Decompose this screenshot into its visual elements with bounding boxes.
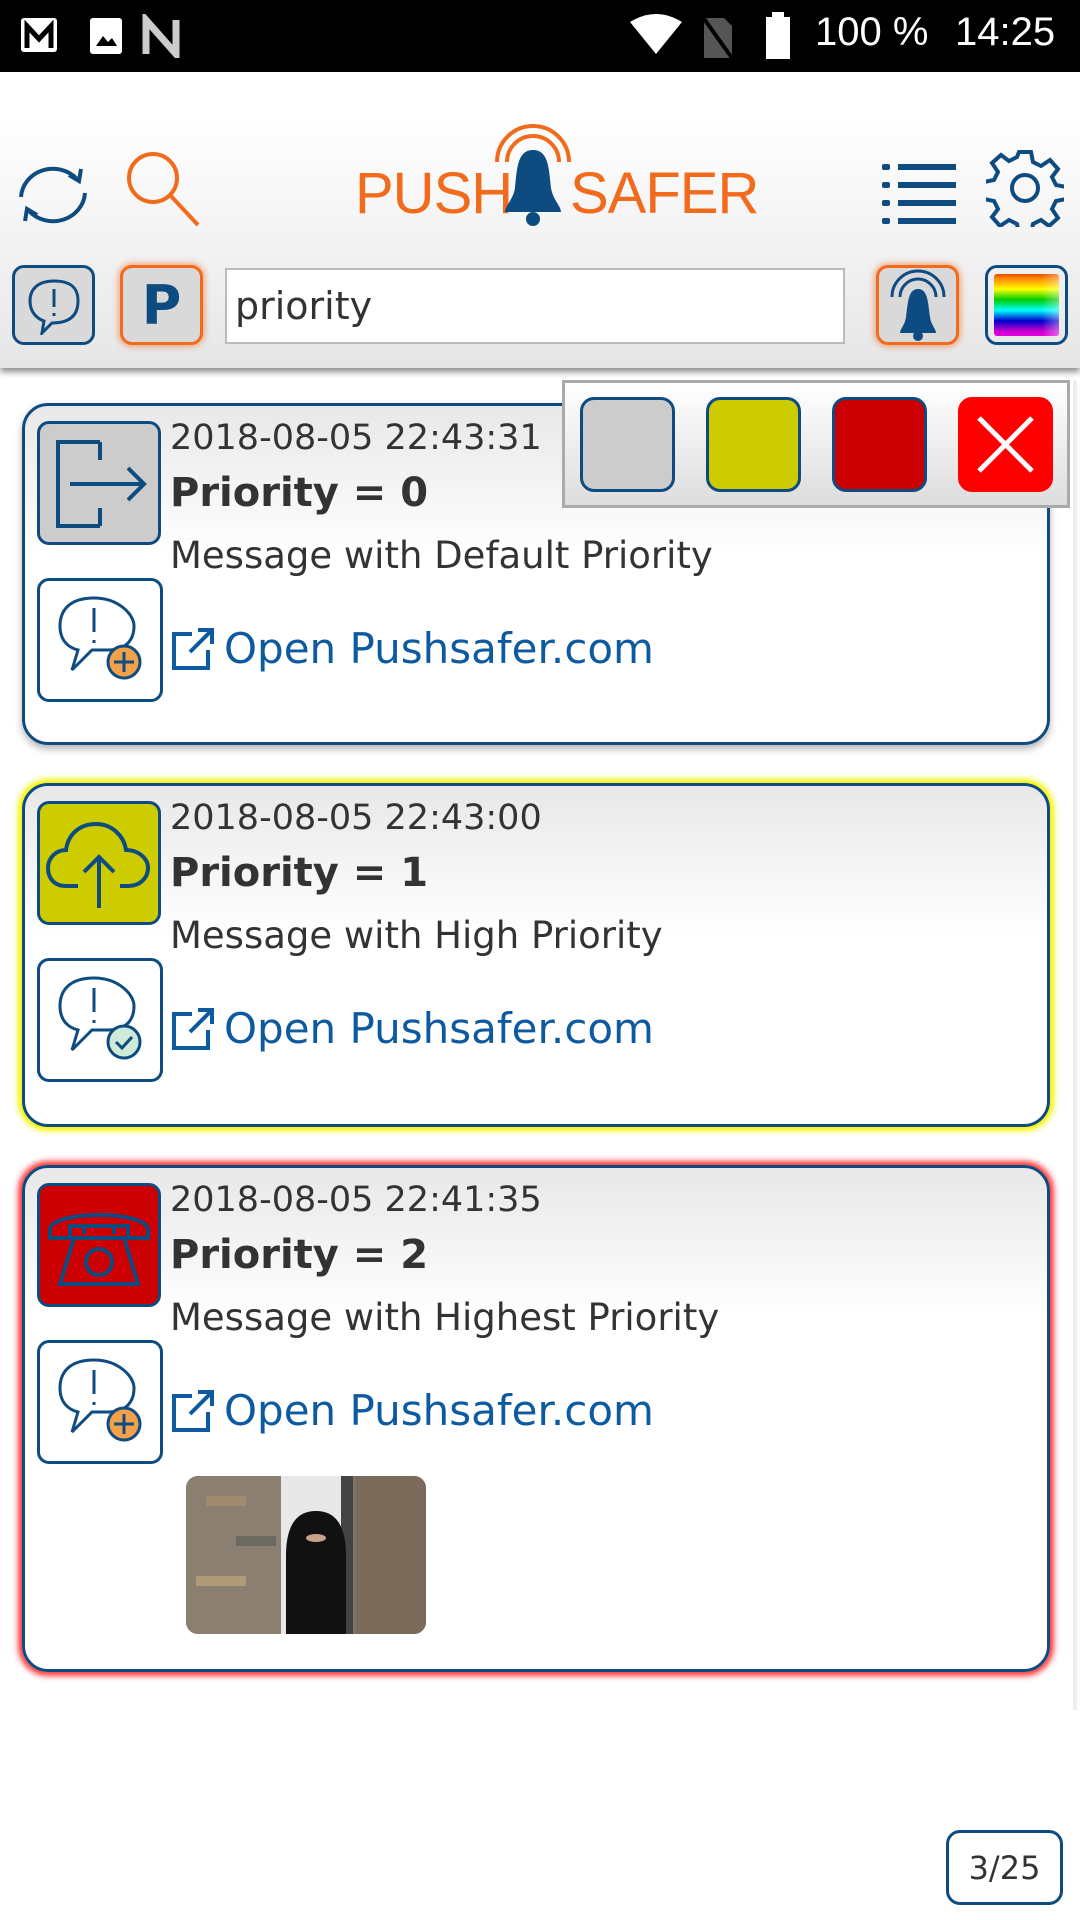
color-swatch-yellow[interactable] <box>706 397 801 492</box>
search-icon <box>127 152 200 227</box>
external-link-icon <box>172 1007 214 1050</box>
refresh-button[interactable] <box>10 155 95 235</box>
message-link-text: Open Pushsafer.com <box>224 1004 654 1053</box>
n-icon <box>142 14 180 58</box>
gmail-icon <box>21 18 57 52</box>
message-text: Message with Highest Priority <box>170 1296 720 1339</box>
message-title: Priority = 1 <box>170 850 429 896</box>
message-action-button[interactable] <box>37 958 163 1082</box>
message-title: Priority = 2 <box>170 1232 429 1278</box>
bell-ring-icon <box>890 269 945 341</box>
telephone-icon <box>48 1213 150 1286</box>
alarm-filter-button[interactable] <box>876 265 959 345</box>
search-button[interactable] <box>122 148 204 228</box>
logo-text-safer: SAFER <box>570 161 759 226</box>
message-card[interactable]: 2018-08-05 22:43:00 Priority = 1 Message… <box>22 783 1050 1127</box>
close-popup-button[interactable] <box>958 397 1053 492</box>
color-swatch-gray[interactable] <box>580 397 675 492</box>
priority-filter-button[interactable]: P <box>120 265 203 345</box>
battery-percent: 100 % <box>815 10 929 54</box>
message-alert-icon <box>27 279 80 335</box>
priority-icon-box <box>37 801 161 925</box>
clock: 14:25 <box>955 10 1056 54</box>
status-bar: 100 % 14:25 <box>0 0 1080 72</box>
gear-icon <box>986 150 1064 227</box>
battery-icon <box>766 12 790 59</box>
refresh-icon <box>18 166 87 224</box>
close-icon <box>977 416 1034 473</box>
settings-button[interactable] <box>985 148 1065 228</box>
message-link-text: Open Pushsafer.com <box>224 1386 654 1435</box>
external-link-icon <box>172 1389 214 1432</box>
message-add-icon <box>58 596 142 680</box>
message-link[interactable]: Open Pushsafer.com <box>170 1004 654 1053</box>
message-link[interactable]: Open Pushsafer.com <box>170 624 654 673</box>
pushsafer-logo: PUSH SAFER <box>355 122 759 227</box>
gallery-icon <box>90 18 122 54</box>
message-link-text: Open Pushsafer.com <box>224 624 654 673</box>
message-add-icon <box>58 1358 142 1442</box>
message-text: Message with High Priority <box>170 914 663 957</box>
wifi-icon <box>630 14 682 54</box>
external-link-icon <box>172 627 214 670</box>
search-input[interactable] <box>225 268 845 344</box>
message-link[interactable]: Open Pushsafer.com <box>170 1386 654 1435</box>
page-counter[interactable]: 3/25 <box>946 1830 1063 1905</box>
message-image-thumbnail[interactable] <box>186 1476 426 1634</box>
message-action-button[interactable] <box>37 1340 163 1464</box>
list-icon <box>882 163 956 224</box>
no-sim-icon <box>700 14 734 60</box>
list-button[interactable] <box>880 155 960 230</box>
cloud-upload-icon <box>45 821 151 908</box>
message-check-icon <box>58 976 142 1060</box>
color-filter-popup <box>562 380 1070 508</box>
message-card[interactable]: 2018-08-05 22:41:35 Priority = 2 Message… <box>22 1165 1050 1672</box>
bell-icon <box>495 124 571 226</box>
message-date: 2018-08-05 22:41:35 <box>170 1180 542 1220</box>
message-title: Priority = 0 <box>170 470 429 516</box>
priority-icon-box <box>37 421 161 545</box>
scrollbar[interactable] <box>1073 380 1077 1710</box>
messages-filter-button[interactable] <box>12 265 95 345</box>
color-filter-button[interactable] <box>985 265 1068 345</box>
message-date: 2018-08-05 22:43:31 <box>170 418 542 458</box>
priority-icon-box <box>37 1183 161 1307</box>
message-action-button[interactable] <box>37 578 163 702</box>
exit-arrow-icon <box>56 440 147 528</box>
message-text: Message with Default Priority <box>170 534 713 577</box>
color-swatch-red[interactable] <box>832 397 927 492</box>
message-date: 2018-08-05 22:43:00 <box>170 798 542 838</box>
